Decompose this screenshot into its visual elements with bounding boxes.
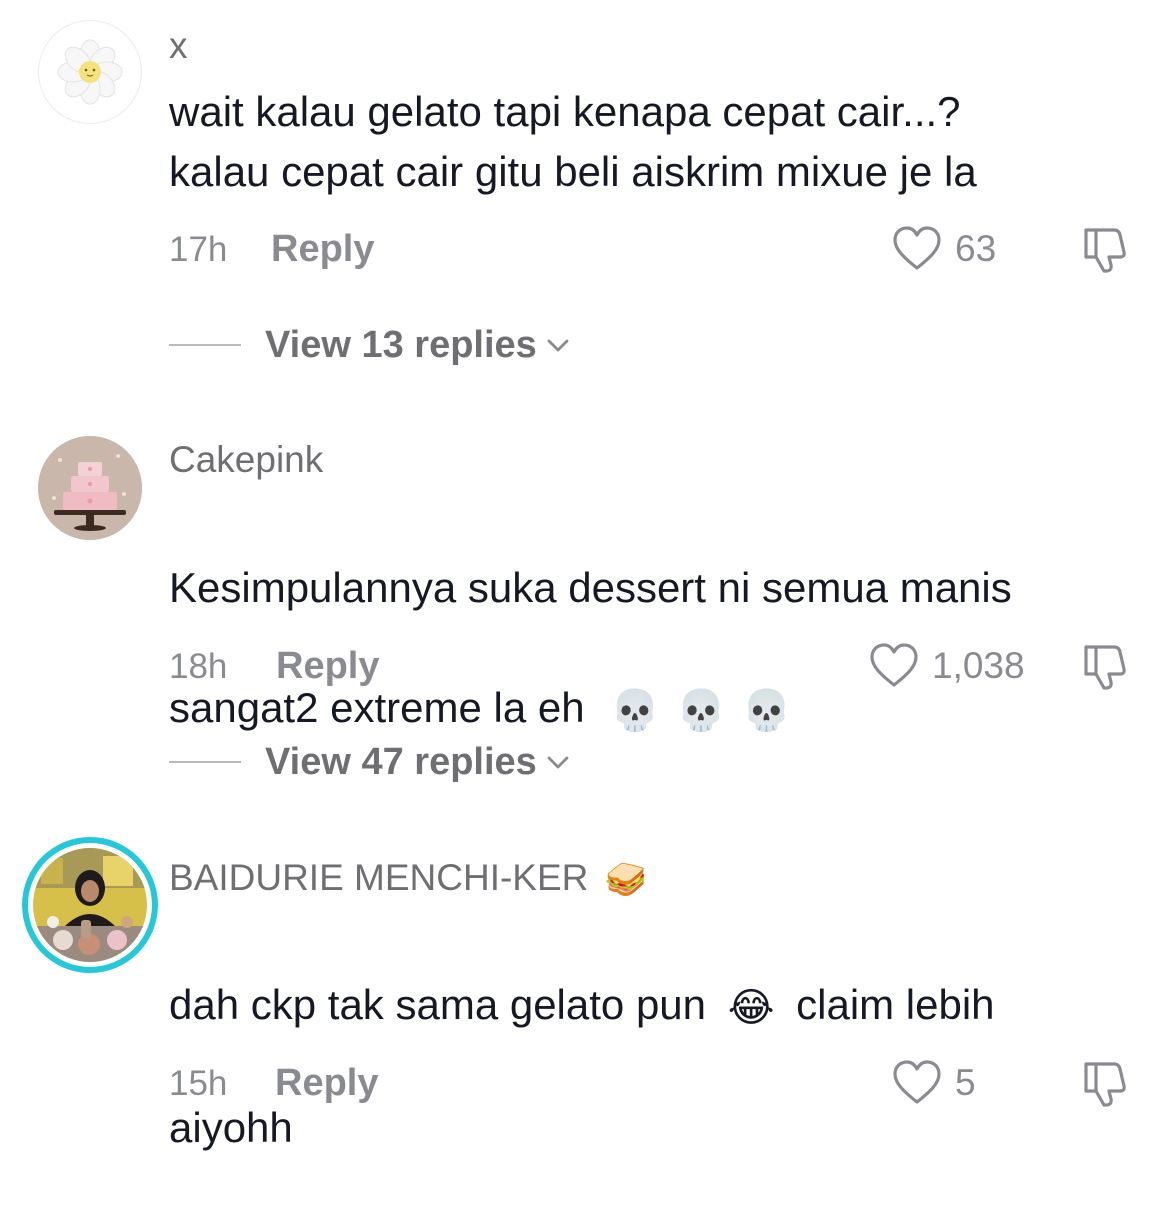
divider-line bbox=[169, 761, 241, 763]
divider-line bbox=[169, 344, 241, 346]
avatar[interactable] bbox=[38, 436, 142, 540]
heart-icon bbox=[893, 226, 941, 270]
dislike-icon[interactable] bbox=[1078, 641, 1130, 693]
heart-icon bbox=[870, 643, 918, 687]
story-ring-gap bbox=[28, 843, 152, 967]
laughing-emoji: 😂 bbox=[727, 985, 775, 1030]
like-button[interactable]: 63 bbox=[893, 224, 996, 274]
avatar bbox=[33, 848, 147, 962]
chevron-down-icon bbox=[547, 339, 569, 352]
comment-username[interactable]: Cakepink bbox=[169, 438, 323, 482]
comment-username[interactable]: BAIDURIE MENCHI-KER 🥪 bbox=[169, 856, 647, 902]
comment-text-part: dah ckp tak sama gelato pun bbox=[169, 981, 707, 1028]
comment-timestamp: 17h bbox=[169, 230, 228, 269]
like-count: 5 bbox=[955, 1062, 976, 1103]
view-replies-button[interactable]: View 13 replies bbox=[169, 320, 571, 370]
daisy-flower-icon bbox=[57, 39, 123, 105]
user-photo-icon bbox=[33, 848, 147, 962]
comment-text-line: Kesimpulannya suka dessert ni semua mani… bbox=[169, 564, 1012, 611]
username-text: BAIDURIE MENCHI-KER bbox=[169, 857, 589, 898]
reply-button[interactable]: Reply bbox=[276, 645, 379, 688]
comment-timestamp: 18h bbox=[169, 647, 228, 686]
comment-actions: 17h Reply 63 bbox=[169, 224, 1130, 274]
dislike-icon[interactable] bbox=[1078, 224, 1130, 276]
comment-text-part: claim lebih bbox=[796, 981, 995, 1028]
like-count: 63 bbox=[955, 228, 997, 269]
reply-button[interactable]: Reply bbox=[271, 228, 374, 271]
comment-text: wait kalau gelato tapi kenapa cepat cair… bbox=[169, 88, 977, 195]
view-replies-label: View 13 replies bbox=[265, 323, 537, 366]
comment-actions: 18h Reply 1,038 bbox=[169, 641, 1130, 691]
like-button[interactable]: 1,038 bbox=[870, 641, 1025, 691]
like-count: 1,038 bbox=[932, 645, 1025, 686]
comment-timestamp: 15h bbox=[169, 1064, 228, 1103]
chevron-down-icon bbox=[547, 756, 569, 769]
comment-text-part: sangat2 extreme la eh bbox=[169, 684, 585, 731]
view-replies-button[interactable]: View 47 replies bbox=[169, 737, 571, 787]
comment-username[interactable]: x bbox=[169, 24, 188, 68]
comment-actions: 15h Reply 5 bbox=[169, 1058, 1130, 1108]
view-replies-label: View 47 replies bbox=[265, 740, 537, 783]
reply-button[interactable]: Reply bbox=[275, 1062, 378, 1105]
heart-icon bbox=[893, 1060, 941, 1104]
sandwich-emoji: 🥪 bbox=[604, 861, 648, 900]
dislike-icon[interactable] bbox=[1078, 1058, 1130, 1110]
story-ring[interactable] bbox=[22, 837, 158, 973]
pink-cake-icon bbox=[38, 436, 142, 540]
comment-text-line: dah ckp tak sama gelato pun 😂 claim lebi… bbox=[169, 975, 1129, 1038]
avatar[interactable] bbox=[38, 20, 142, 124]
like-button[interactable]: 5 bbox=[893, 1058, 976, 1108]
